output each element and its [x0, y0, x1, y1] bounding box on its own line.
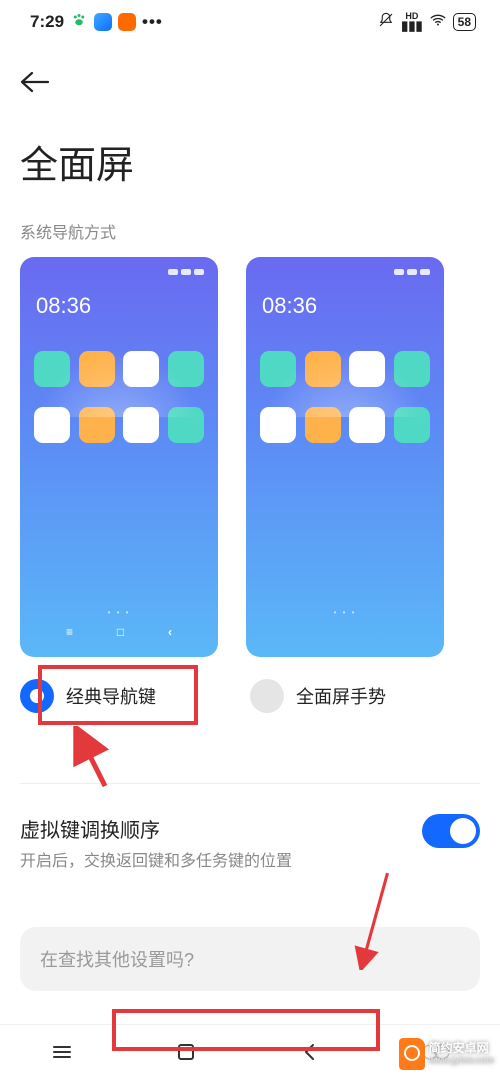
app-chip-icon	[94, 13, 112, 31]
paw-icon	[70, 11, 88, 34]
nav-previews: 08:36 • • • ≡□‹ 08:36 • • • ≡□‹	[0, 257, 500, 657]
toggle-subtitle: 开启后，交换返回键和多任务键的位置	[20, 847, 292, 871]
wifi-icon	[429, 11, 447, 34]
recents-button[interactable]	[50, 1040, 74, 1070]
watermark-name: 简约安卓网	[429, 1042, 494, 1055]
annotation-highlight-box	[38, 665, 198, 725]
more-icon: •••	[142, 12, 163, 32]
swap-keys-toggle[interactable]	[422, 814, 480, 848]
mute-icon	[377, 11, 395, 34]
watermark: 简约安卓网 www.jylzw.com	[399, 1038, 494, 1070]
status-bar: 7:29 ••• HD▮▮▮ 58	[0, 0, 500, 44]
preview-time: 08:36	[260, 279, 430, 335]
watermark-logo-icon	[399, 1038, 425, 1070]
option-label: 全面屏手势	[296, 683, 386, 709]
annotation-arrow-icon	[65, 726, 125, 801]
header	[0, 44, 500, 108]
radio-unselected-icon	[250, 679, 284, 713]
preview-gesture-nav[interactable]: 08:36 • • • ≡□‹	[246, 257, 444, 657]
battery-icon: 58	[453, 13, 476, 31]
search-placeholder: 在查找其他设置吗?	[40, 946, 194, 972]
preview-time: 08:36	[34, 279, 204, 335]
back-icon: ‹	[168, 625, 172, 639]
section-label: 系统导航方式	[0, 199, 500, 257]
watermark-url: www.jylzw.com	[429, 1056, 494, 1066]
page-title: 全面屏	[0, 108, 500, 199]
preview-navbar: ≡ □ ‹	[34, 617, 204, 647]
back-button[interactable]	[20, 68, 50, 99]
status-bar-right: HD▮▮▮ 58	[377, 11, 476, 34]
signal-icon: HD▮▮▮	[401, 12, 422, 32]
home-icon: □	[117, 625, 124, 639]
annotation-highlight-box	[112, 1009, 380, 1051]
status-bar-left: 7:29 •••	[30, 11, 163, 34]
preview-classic-nav[interactable]: 08:36 • • • ≡□‹	[20, 257, 218, 657]
toggle-title: 虚拟键调换顺序	[20, 814, 292, 843]
recents-icon: ≡	[66, 625, 73, 639]
status-time: 7:29	[30, 12, 64, 32]
mi-chip-icon	[118, 13, 136, 31]
option-gesture-nav[interactable]: 全面屏手势	[250, 679, 480, 713]
annotation-arrow-icon	[335, 870, 415, 975]
